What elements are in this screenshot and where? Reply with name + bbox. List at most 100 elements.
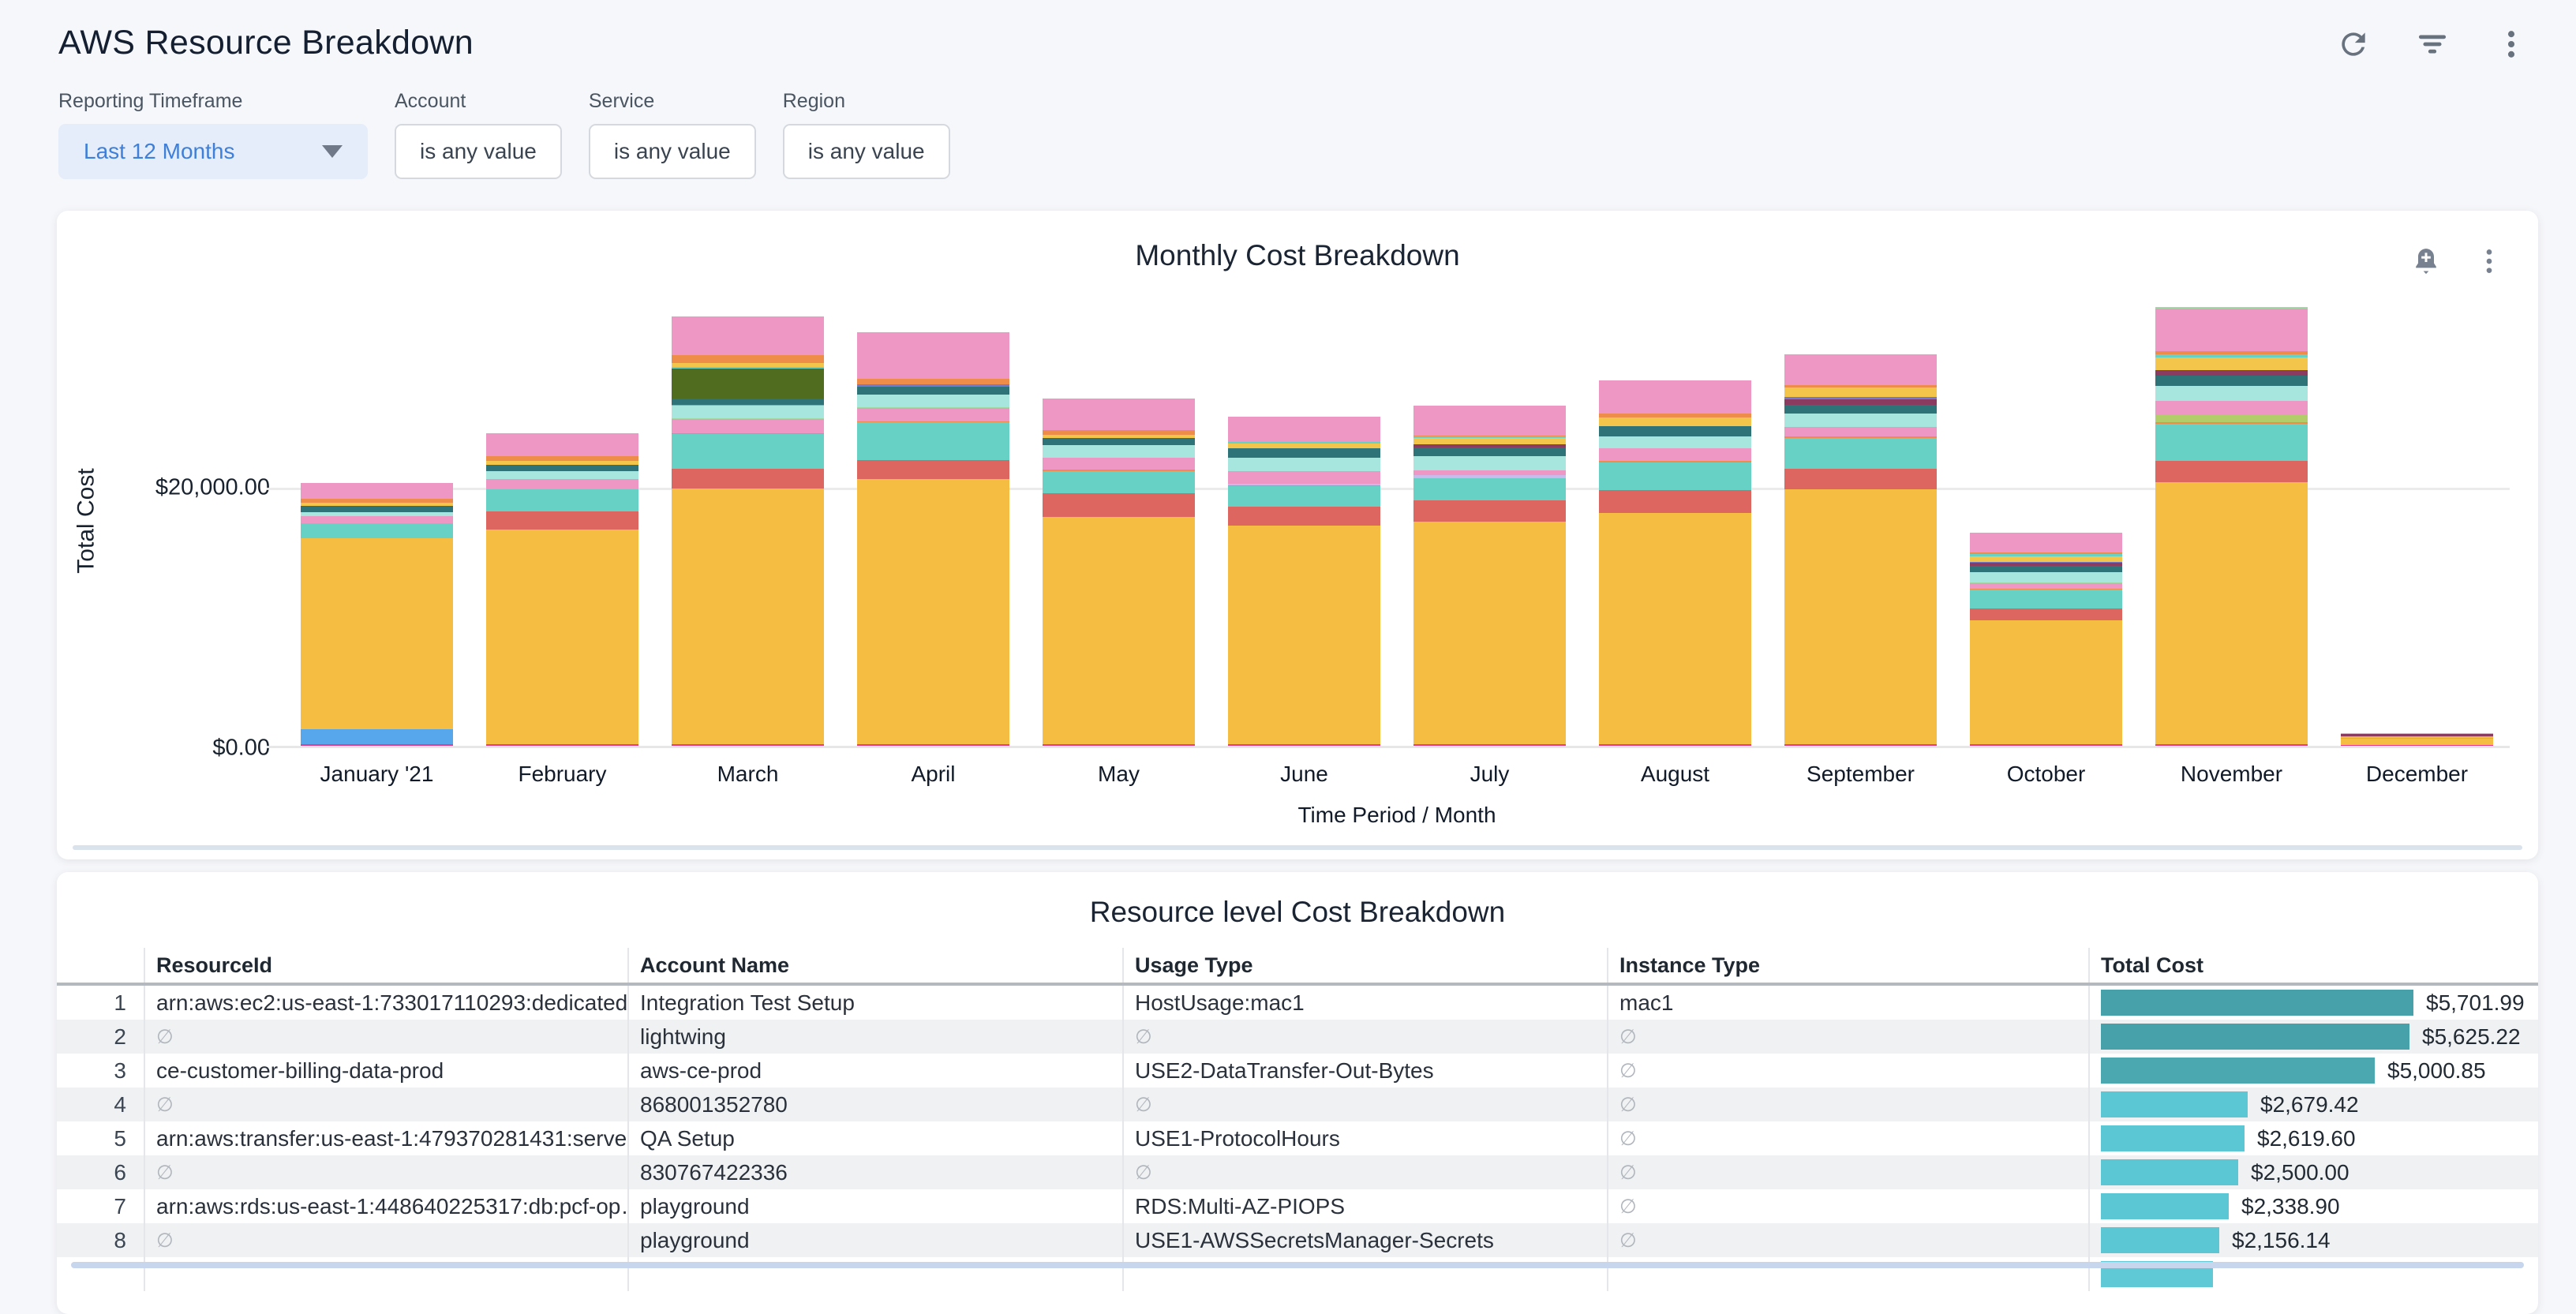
segment-orange[interactable] [857,379,1009,384]
segment-lightcyan[interactable] [486,471,638,479]
segment-yellow[interactable] [1784,387,1937,397]
segment-orange[interactable] [672,355,824,363]
segment-red[interactable] [1228,507,1380,526]
segment-yellowgreen[interactable] [2155,415,2308,421]
segment-magenta[interactable] [301,744,453,747]
segment-red[interactable] [1784,469,1937,489]
segment-pink[interactable] [1784,354,1937,385]
bar-july[interactable] [1413,406,1566,746]
segment-darkteal[interactable] [1043,438,1195,445]
column-header-resourceid[interactable]: ResourceId [144,948,627,983]
segment-amber[interactable] [1413,522,1566,743]
segment-pink[interactable] [1228,471,1380,484]
segment-darkteal[interactable] [672,399,824,406]
segment-lightcyan[interactable] [1970,572,2122,582]
bar-october[interactable] [1970,533,2122,746]
table-row[interactable]: 3ce-customer-billing-data-prodaws-ce-pro… [57,1054,2538,1088]
segment-amber[interactable] [1228,526,1380,743]
table-row[interactable]: 6∅830767422336∅∅$2,500.00 [57,1155,2538,1189]
column-header-account-name[interactable]: Account Name [627,948,1122,983]
table-row[interactable]: 5arn:aws:transfer:us-east-1:479370281431… [57,1121,2538,1155]
segment-red[interactable] [486,511,638,530]
segment-amber[interactable] [1043,517,1195,744]
segment-olive[interactable] [672,369,824,399]
segment-magenta[interactable] [1043,744,1195,747]
segment-darkteal[interactable] [1599,426,1751,436]
segment-teal[interactable] [672,434,824,469]
segment-pink[interactable] [1043,458,1195,470]
segment-red[interactable] [2155,461,2308,481]
segment-pink[interactable] [1228,417,1380,441]
segment-lightcyan[interactable] [672,406,824,418]
segment-yellow[interactable] [1970,556,2122,562]
segment-blue[interactable] [301,729,453,744]
segment-amber[interactable] [1599,513,1751,744]
segment-amber[interactable] [672,489,824,744]
segment-pink[interactable] [672,419,824,433]
bar-january-21[interactable] [301,483,453,746]
segment-darkteal[interactable] [1413,447,1566,456]
dashboard-filters-icon[interactable] [2413,25,2451,63]
segment-teal[interactable] [857,422,1009,459]
segment-teal[interactable] [1413,478,1566,500]
column-header-usage-type[interactable]: Usage Type [1122,948,1607,983]
segment-magenta[interactable] [486,744,638,747]
segment-red[interactable] [857,460,1009,480]
segment-teal[interactable] [1228,486,1380,506]
table-horizontal-scrollbar[interactable] [71,1262,2524,1268]
bar-april[interactable] [857,332,1009,746]
column-header-total-cost[interactable]: Total Cost [2088,948,2538,983]
segment-lightcyan[interactable] [1599,436,1751,449]
segment-magenta[interactable] [672,744,824,747]
segment-maroon[interactable] [1784,399,1937,405]
alert-bell-add-icon[interactable] [2407,242,2445,280]
segment-amber[interactable] [2341,739,2493,745]
segment-darkteal[interactable] [1784,405,1937,414]
refresh-icon[interactable] [2334,25,2372,63]
bar-june[interactable] [1228,417,1380,746]
segment-red[interactable] [672,469,824,489]
segment-amber[interactable] [486,530,638,743]
segment-pink[interactable] [486,479,638,489]
segment-pink[interactable] [1970,583,2122,589]
segment-magenta[interactable] [2155,744,2308,747]
segment-magenta[interactable] [1228,744,1380,747]
segment-magenta[interactable] [1970,744,2122,746]
segment-red[interactable] [1599,490,1751,513]
segment-lightcyan[interactable] [2155,387,2308,401]
segment-teal[interactable] [1970,590,2122,608]
segment-pink[interactable] [1413,406,1566,436]
segment-teal[interactable] [1043,471,1195,494]
segment-darkteal[interactable] [486,465,638,471]
segment-pink[interactable] [1970,533,2122,552]
segment-red[interactable] [1970,608,2122,621]
segment-lightcyan[interactable] [1784,414,1937,427]
timeframe-select[interactable]: Last 12 Months [58,124,368,179]
segment-pink[interactable] [672,316,824,355]
segment-pink[interactable] [1599,380,1751,414]
bar-may[interactable] [1043,399,1195,746]
bar-march[interactable] [672,316,824,746]
segment-pink[interactable] [1043,399,1195,430]
segment-magenta[interactable] [2341,745,2493,746]
segment-pink[interactable] [2155,309,2308,351]
segment-lightcyan[interactable] [857,395,1009,407]
segment-pink[interactable] [301,483,453,499]
segment-pink[interactable] [857,408,1009,421]
table-row[interactable]: 2∅lightwing∅∅$5,625.22 [57,1020,2538,1054]
segment-teal[interactable] [1784,438,1937,469]
chart-horizontal-scrollbar[interactable] [73,845,2522,850]
column-header-instance-type[interactable]: Instance Type [1607,948,2088,983]
bar-september[interactable] [1784,354,1937,746]
segment-lightcyan[interactable] [1228,458,1380,471]
service-filter-button[interactable]: is any value [589,124,756,179]
segment-amber[interactable] [301,538,453,729]
segment-darkteal[interactable] [1228,448,1380,457]
segment-darkteal[interactable] [301,506,453,512]
more-menu-icon[interactable] [2492,25,2530,63]
segment-pink[interactable] [857,332,1009,379]
segment-pink[interactable] [1599,448,1751,461]
segment-amber[interactable] [1784,489,1937,743]
segment-magenta[interactable] [1413,744,1566,747]
segment-amber[interactable] [2155,482,2308,744]
